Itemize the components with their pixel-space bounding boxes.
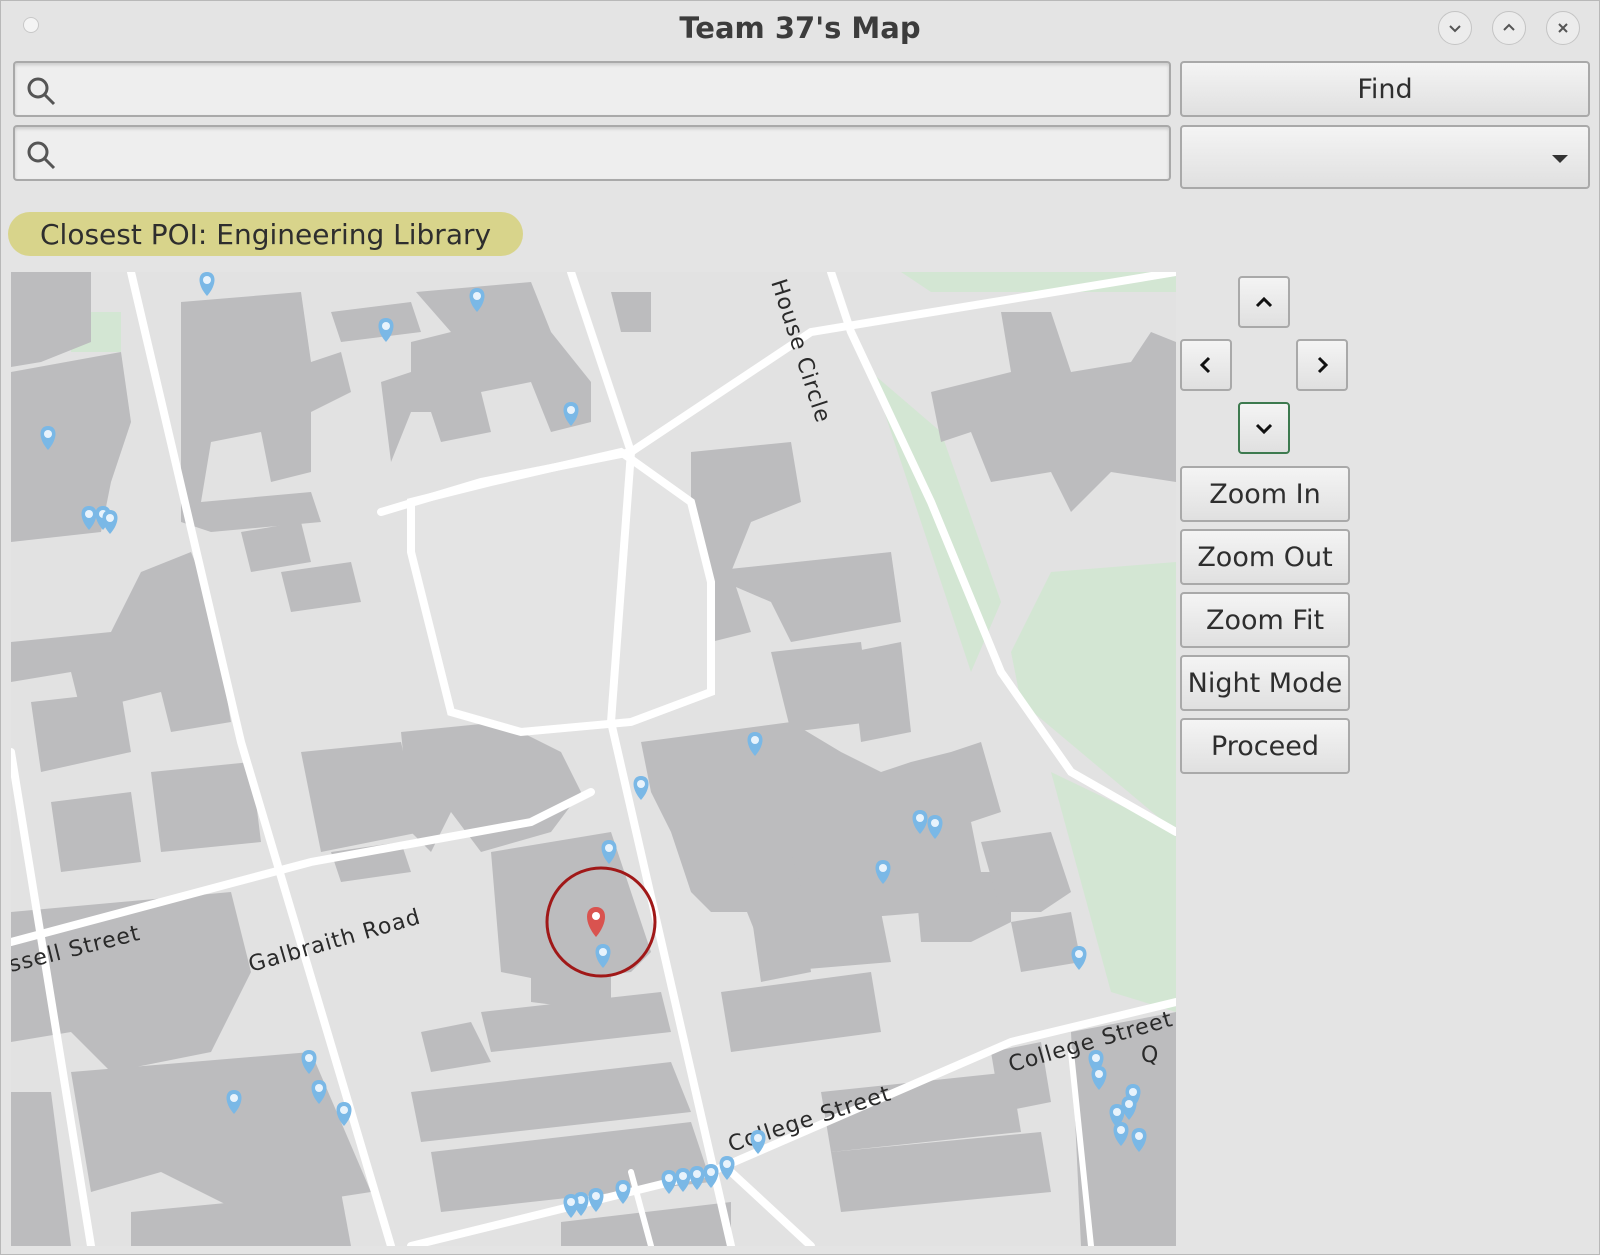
poi-marker[interactable]: [661, 1170, 677, 1194]
poi-marker[interactable]: [615, 1180, 631, 1204]
zoom-out-button[interactable]: Zoom Out: [1180, 529, 1350, 585]
central-field: [407, 447, 715, 737]
pan-up-button[interactable]: [1238, 276, 1290, 328]
close-button[interactable]: [1546, 11, 1580, 45]
buildings: [11, 272, 1176, 1246]
pan-right-button[interactable]: [1296, 339, 1348, 391]
map-canvas[interactable]: ssell Street Galbraith Road College Stre…: [11, 272, 1176, 1246]
proceed-button[interactable]: Proceed: [1180, 718, 1350, 774]
poi-marker[interactable]: [588, 1188, 604, 1212]
chevron-right-icon: [1317, 356, 1329, 374]
poi-marker[interactable]: [378, 318, 394, 342]
window-title: Team 37's Map: [679, 11, 921, 45]
close-icon: [1558, 23, 1568, 33]
dropdown-arrow-icon: [1552, 155, 1568, 163]
pan-down-button[interactable]: [1238, 402, 1290, 454]
search-field-to[interactable]: [13, 125, 1171, 181]
closest-poi-badge: Closest POI: Engineering Library: [8, 212, 524, 256]
search-field-from[interactable]: [13, 61, 1171, 117]
poi-marker[interactable]: [102, 510, 118, 534]
poi-marker[interactable]: [675, 1168, 691, 1192]
search-icon: [27, 141, 56, 170]
zoom-fit-button[interactable]: Zoom Fit: [1180, 592, 1350, 648]
chevron-up-icon: [1503, 23, 1515, 31]
find-button[interactable]: Find: [1180, 61, 1590, 117]
app-window: Team 37's Map Find Closest POI: Engineer…: [0, 0, 1600, 1255]
zoom-in-button[interactable]: Zoom In: [1180, 466, 1350, 522]
chevron-left-icon: [1199, 356, 1211, 374]
search-input-from[interactable]: [73, 69, 1157, 111]
park-area: [1011, 562, 1176, 832]
search-icon: [27, 77, 56, 106]
poi-marker[interactable]: [563, 1194, 579, 1218]
poi-marker[interactable]: [689, 1166, 705, 1190]
maximize-button[interactable]: [1492, 11, 1526, 45]
title-bar: Team 37's Map: [1, 1, 1599, 57]
poi-type-dropdown[interactable]: [1180, 125, 1590, 189]
chevron-down-icon: [1449, 25, 1461, 33]
chevron-down-icon: [1255, 423, 1273, 435]
search-input-to[interactable]: [73, 133, 1157, 175]
pan-left-button[interactable]: [1180, 339, 1232, 391]
night-mode-button[interactable]: Night Mode: [1180, 655, 1350, 711]
map-label-q: Q: [1141, 1043, 1159, 1068]
minimize-button[interactable]: [1438, 11, 1472, 45]
poi-marker[interactable]: [1071, 946, 1087, 970]
poi-marker[interactable]: [199, 272, 215, 296]
chevron-up-icon: [1255, 296, 1273, 308]
road-label-galbraith: Galbraith Road: [246, 905, 424, 978]
poi-marker[interactable]: [633, 776, 649, 800]
map-svg[interactable]: ssell Street Galbraith Road College Stre…: [11, 272, 1176, 1246]
